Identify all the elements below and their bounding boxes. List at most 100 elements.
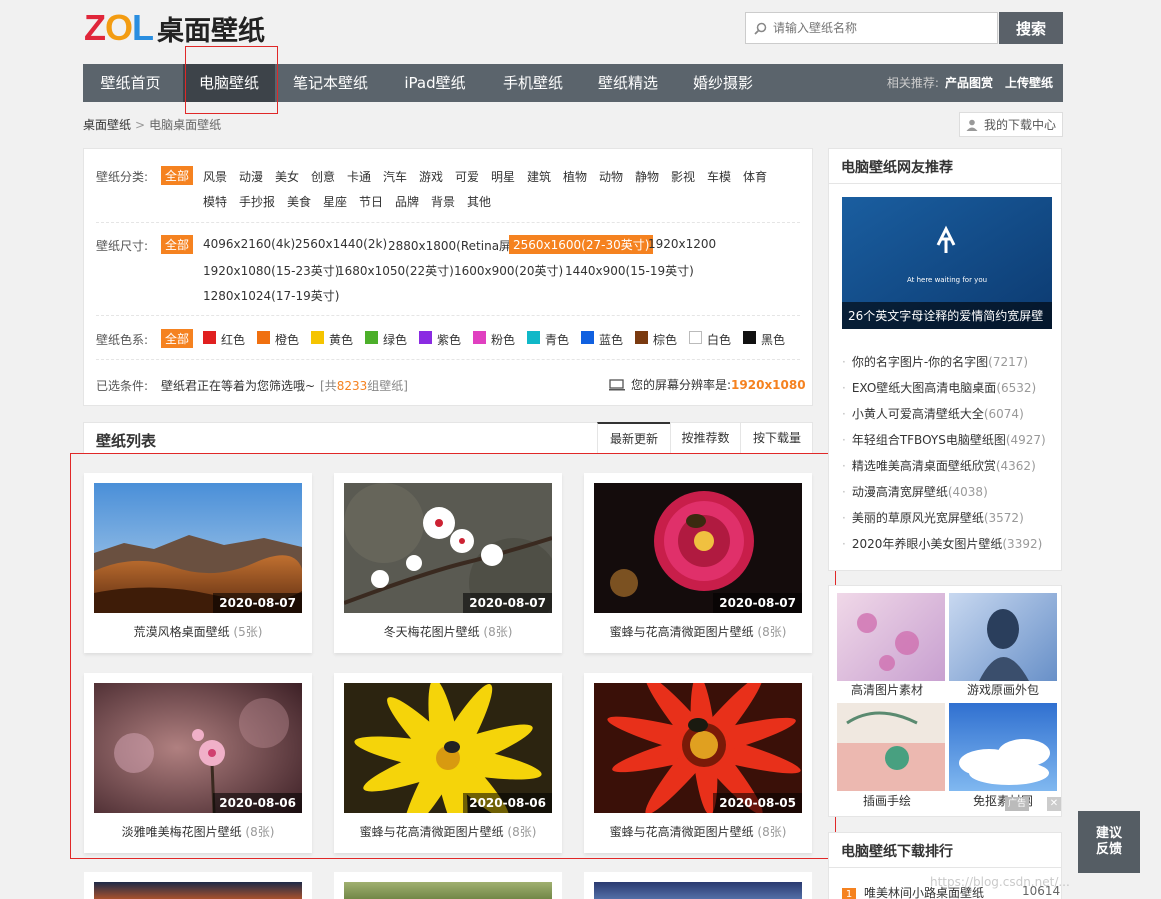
color-swatch[interactable] <box>257 331 270 344</box>
my-downloads-button[interactable]: 我的下载中心 <box>959 112 1063 137</box>
category-tag[interactable]: 美女 <box>275 168 299 185</box>
size-tag[interactable]: 全部 <box>161 235 194 254</box>
category-tag[interactable]: 游戏 <box>419 168 443 185</box>
category-tag[interactable]: 动漫 <box>239 168 263 185</box>
tab-recommend[interactable]: 按推荐数 <box>670 422 740 454</box>
category-tag[interactable]: 建筑 <box>527 168 551 185</box>
featured-wallpaper[interactable]: At here waiting for you 26个英文字母诠释的爱情简约宽屏… <box>842 197 1052 329</box>
color-tag[interactable]: 绿色 <box>383 331 407 348</box>
size-tag[interactable]: 1280x1024(17-19英寸) <box>203 287 339 304</box>
wallpaper-thumbnail[interactable] <box>94 882 302 899</box>
size-tag[interactable]: 2880x1800(Retina屏) <box>388 237 516 254</box>
ad-image[interactable] <box>837 703 945 791</box>
list-item[interactable]: · 年轻组合TFBOYS电脑壁纸图(4927) <box>842 431 1046 448</box>
category-tag[interactable]: 动物 <box>599 168 623 185</box>
color-tag[interactable]: 紫色 <box>437 331 461 348</box>
color-tag[interactable]: 青色 <box>545 331 569 348</box>
list-item-title[interactable]: 小黄人可爱高清壁纸大全 <box>852 407 984 421</box>
tab-downloads[interactable]: 按下载量 <box>740 422 813 454</box>
search-input[interactable] <box>773 21 988 35</box>
list-item[interactable]: · EXO壁纸大图高清电脑桌面(6532) <box>842 379 1036 396</box>
size-tag[interactable]: 1680x1050(22英寸) <box>337 262 454 279</box>
wallpaper-card[interactable] <box>84 872 312 899</box>
list-item-title[interactable]: 美丽的草原风光宽屏壁纸 <box>852 511 984 525</box>
color-tag[interactable]: 粉色 <box>491 331 515 348</box>
ad-image[interactable] <box>949 703 1057 791</box>
wallpaper-card[interactable] <box>584 872 812 899</box>
list-item-title[interactable]: 年轻组合TFBOYS电脑壁纸图 <box>852 433 1006 447</box>
list-item-title[interactable]: EXO壁纸大图高清电脑桌面 <box>852 381 996 395</box>
size-tag[interactable]: 2560x1600(27-30英寸) <box>509 235 654 254</box>
featured-caption[interactable]: 26个英文字母诠释的爱情简约宽屏壁 <box>842 302 1052 329</box>
category-tag[interactable]: 星座 <box>323 193 347 210</box>
list-item[interactable]: · 你的名字图片-你的名字图(7217) <box>842 353 1028 370</box>
nav-item-wedding[interactable]: 婚纱摄影 <box>678 64 768 102</box>
category-tag[interactable]: 品牌 <box>395 193 419 210</box>
ad-image[interactable] <box>837 593 945 681</box>
category-tag[interactable]: 美食 <box>287 193 311 210</box>
wallpaper-thumbnail[interactable] <box>344 882 552 899</box>
color-swatch[interactable] <box>635 331 648 344</box>
category-tag[interactable]: 其他 <box>467 193 491 210</box>
list-item-title[interactable]: 精选唯美高清桌面壁纸欣赏 <box>852 459 996 473</box>
list-item-title[interactable]: 你的名字图片-你的名字图 <box>852 355 988 369</box>
list-item[interactable]: · 小黄人可爱高清壁纸大全(6074) <box>842 405 1024 422</box>
ad-image[interactable] <box>949 593 1057 681</box>
color-tag[interactable]: 棕色 <box>653 331 677 348</box>
color-tag[interactable]: 黑色 <box>761 331 785 348</box>
list-item-title[interactable]: 动漫高清宽屏壁纸 <box>852 485 948 499</box>
breadcrumb-home[interactable]: 桌面壁纸 <box>83 118 131 132</box>
color-tag[interactable]: 黄色 <box>329 331 353 348</box>
category-tag[interactable]: 节日 <box>359 193 383 210</box>
category-tag[interactable]: 手抄报 <box>239 193 275 210</box>
category-tag[interactable]: 卡通 <box>347 168 371 185</box>
nav-item-home[interactable]: 壁纸首页 <box>83 64 178 102</box>
list-item[interactable]: · 精选唯美高清桌面壁纸欣赏(4362) <box>842 457 1036 474</box>
tab-latest[interactable]: 最新更新 <box>597 422 670 454</box>
related-link[interactable]: 产品图赏 <box>945 76 993 90</box>
category-tag[interactable]: 汽车 <box>383 168 407 185</box>
size-tag[interactable]: 2560x1440(2k) <box>295 237 387 251</box>
search-button[interactable]: 搜索 <box>999 12 1063 44</box>
category-tag[interactable]: 明星 <box>491 168 515 185</box>
category-tag[interactable]: 静物 <box>635 168 659 185</box>
color-tag-all[interactable]: 全部 <box>161 329 194 348</box>
size-tag[interactable]: 1600x900(20英寸) <box>454 262 563 279</box>
color-swatch[interactable] <box>689 331 702 344</box>
color-swatch[interactable] <box>203 331 216 344</box>
nav-item-ipad[interactable]: iPad壁纸 <box>390 64 480 102</box>
close-icon[interactable]: ✕ <box>1047 797 1061 811</box>
color-swatch[interactable] <box>311 331 324 344</box>
nav-item-phone[interactable]: 手机壁纸 <box>488 64 578 102</box>
ad-caption[interactable]: 插画手绘 <box>833 792 941 809</box>
ad-caption[interactable]: 游戏原画外包 <box>949 681 1057 698</box>
color-swatch[interactable] <box>581 331 594 344</box>
category-tag[interactable]: 创意 <box>311 168 335 185</box>
color-swatch[interactable] <box>743 331 756 344</box>
color-swatch[interactable] <box>419 331 432 344</box>
color-tag[interactable]: 橙色 <box>275 331 299 348</box>
color-tag[interactable]: 蓝色 <box>599 331 623 348</box>
color-tag[interactable]: 白色 <box>707 331 731 348</box>
color-swatch[interactable] <box>527 331 540 344</box>
nav-item-selected[interactable]: 壁纸精选 <box>583 64 673 102</box>
category-tag[interactable]: 可爱 <box>455 168 479 185</box>
category-tag[interactable]: 模特 <box>203 193 227 210</box>
wallpaper-thumbnail[interactable] <box>594 882 802 899</box>
nav-item-laptop[interactable]: 笔记本壁纸 <box>278 64 383 102</box>
search-box[interactable] <box>745 12 998 44</box>
category-tag[interactable]: 全部 <box>161 166 194 185</box>
upload-link[interactable]: 上传壁纸 <box>1005 76 1053 90</box>
list-item-title[interactable]: 2020年养眼小美女图片壁纸 <box>852 537 1003 551</box>
list-item[interactable]: · 动漫高清宽屏壁纸(4038) <box>842 483 988 500</box>
category-tag[interactable]: 植物 <box>563 168 587 185</box>
logo[interactable]: ZOL 桌面壁纸 <box>84 10 265 47</box>
color-tag[interactable]: 红色 <box>221 331 245 348</box>
color-swatch[interactable] <box>473 331 486 344</box>
list-item[interactable]: · 2020年养眼小美女图片壁纸(3392) <box>842 535 1042 552</box>
category-tag[interactable]: 体育 <box>743 168 767 185</box>
wallpaper-card[interactable] <box>334 872 562 899</box>
category-tag[interactable]: 车模 <box>707 168 731 185</box>
size-tag[interactable]: 1920x1080(15-23英寸) <box>203 262 339 279</box>
category-tag[interactable]: 影视 <box>671 168 695 185</box>
